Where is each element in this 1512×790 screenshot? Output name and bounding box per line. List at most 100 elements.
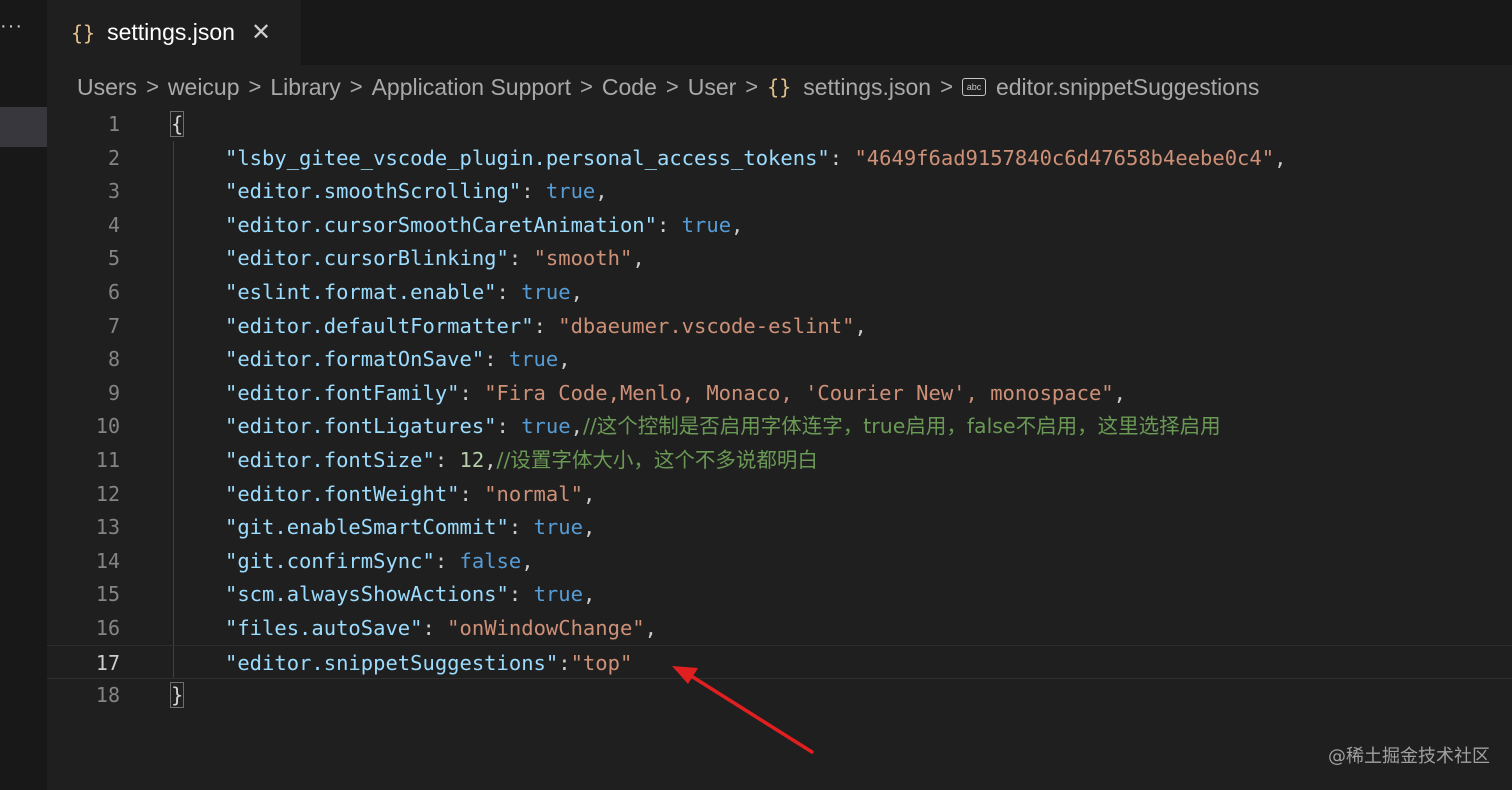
chevron-right-icon: > <box>745 74 759 99</box>
code-line[interactable]: 5 "editor.cursorBlinking": "smooth", <box>47 241 1512 275</box>
breadcrumb-item-weicup[interactable]: weicup <box>168 74 240 101</box>
activity-strip: ··· <box>0 0 47 790</box>
code-line[interactable]: 11 "editor.fontSize": 12,//设置字体大小，这个不多说都明… <box>47 443 1512 477</box>
code-line[interactable]: 4 "editor.cursorSmoothCaretAnimation": tr… <box>47 208 1512 242</box>
code-token: "editor.defaultFormatter" <box>225 313 534 338</box>
code-token: "git.enableSmartCommit" <box>225 515 509 540</box>
code-token: : <box>508 582 534 607</box>
code-token: "editor.fontWeight" <box>225 481 460 506</box>
close-icon[interactable]: ✕ <box>251 18 271 47</box>
code-line[interactable]: 8 "editor.formatOnSave": true, <box>47 342 1512 376</box>
code-line[interactable]: 16 "files.autoSave": "onWindowChange", <box>47 611 1512 645</box>
code-token: : <box>521 179 546 204</box>
line-number: 17 <box>95 650 120 675</box>
code-token: : <box>484 347 509 372</box>
code-token: "onWindowChange" <box>447 616 645 640</box>
code-token: "git.confirmSync" <box>225 548 435 573</box>
code-token: , <box>731 212 744 237</box>
line-number: 7 <box>107 313 120 338</box>
code-line[interactable]: 13 "git.enableSmartCommit": true, <box>47 510 1512 544</box>
line-number: 4 <box>107 212 120 237</box>
breadcrumb-item-application-support[interactable]: Application Support <box>372 74 571 101</box>
code-token: : <box>533 313 559 338</box>
line-number: 1 <box>107 112 120 136</box>
code-token: true <box>533 582 583 607</box>
code-token: "normal" <box>484 481 583 506</box>
breadcrumb-item-library[interactable]: Library <box>270 74 340 101</box>
code-token: , <box>582 481 596 506</box>
code-token: , <box>570 280 583 304</box>
code-text: "git.confirmSync": false, <box>225 544 534 578</box>
code-line[interactable]: 14 "git.confirmSync": false, <box>47 544 1512 578</box>
chevron-right-icon: > <box>248 74 262 99</box>
chevron-right-icon: > <box>665 74 679 99</box>
code-token: "editor.fontSize" <box>225 448 435 472</box>
code-text: "eslint.format.enable": true, <box>225 275 583 309</box>
code-token: true <box>521 280 571 304</box>
code-token: : <box>558 650 571 675</box>
explorer-selected-item[interactable] <box>0 107 47 147</box>
chevron-right-icon: > <box>349 74 363 99</box>
code-text: "editor.defaultFormatter": "dbaeumer.vsc… <box>225 309 867 343</box>
code-token: "dbaeumer.vscode-eslint" <box>558 313 855 338</box>
code-token: "eslint.format.enable" <box>225 280 497 304</box>
line-number: 15 <box>95 582 120 607</box>
code-token: : <box>496 414 522 439</box>
line-number: 13 <box>95 515 120 540</box>
code-token: "editor.snippetSuggestions" <box>225 650 559 675</box>
line-number: 6 <box>107 280 120 304</box>
line-number: 8 <box>107 347 120 372</box>
breadcrumb-item-code[interactable]: Code <box>602 74 657 101</box>
code-line[interactable]: 15 "scm.alwaysShowActions": true, <box>47 577 1512 611</box>
code-text: "editor.fontSize": 12,//设置字体大小，这个不多说都明白 <box>225 443 818 477</box>
code-line[interactable]: 7 "editor.defaultFormatter": "dbaeumer.vs… <box>47 309 1512 343</box>
line-number: 3 <box>107 179 120 204</box>
line-number: 14 <box>95 548 120 573</box>
code-token: , <box>570 414 583 439</box>
code-line[interactable]: 3 "editor.smoothScrolling": true, <box>47 174 1512 208</box>
tab-settings-json[interactable]: {} settings.json ✕ <box>47 0 301 65</box>
code-line[interactable]: 9 "editor.fontFamily": "Fira Code,Menlo, … <box>47 376 1512 410</box>
code-text: "editor.snippetSuggestions":"top" <box>225 646 632 680</box>
code-token: //设置字体大小，这个不多说都明白 <box>496 448 818 472</box>
breadcrumb-item-symbol[interactable]: editor.snippetSuggestions <box>996 74 1259 101</box>
code-text: "editor.cursorBlinking": "smooth", <box>225 241 645 275</box>
code-token: "scm.alwaysShowActions" <box>225 582 509 607</box>
string-symbol-icon: abc <box>961 78 986 96</box>
code-text: "files.autoSave": "onWindowChange", <box>225 611 657 645</box>
tab-label: settings.json <box>107 19 235 45</box>
code-token: "4649f6ad9157840c6d47658b4eebe0c4" <box>854 145 1275 170</box>
code-token: : <box>829 145 855 170</box>
breadcrumb-item-user[interactable]: User <box>688 74 737 101</box>
breadcrumb-item-file[interactable]: settings.json <box>803 74 931 101</box>
code-token: "editor.fontLigatures" <box>225 414 497 439</box>
code-token: : <box>508 246 534 271</box>
code-token: , <box>582 515 596 540</box>
code-token: : <box>434 548 460 573</box>
code-token: : <box>459 380 485 405</box>
code-line[interactable]: 12 "editor.fontWeight": "normal", <box>47 477 1512 511</box>
code-token: { <box>169 111 185 137</box>
code-token: false <box>459 548 522 573</box>
code-text: "editor.fontWeight": "normal", <box>225 477 595 511</box>
code-token: "top" <box>570 650 633 675</box>
code-token: "editor.cursorBlinking" <box>225 246 509 271</box>
code-line[interactable]: 2 "lsby_gitee_vscode_plugin.personal_acce… <box>47 141 1512 175</box>
code-token: "editor.cursorSmoothCaretAnimation" <box>225 212 657 237</box>
line-number: 18 <box>95 683 120 708</box>
code-line[interactable]: 1{ <box>47 107 1512 141</box>
json-file-icon: {} <box>71 20 96 45</box>
code-line[interactable]: 18} <box>47 678 1512 712</box>
watermark: @稀土掘金技术社区 <box>1328 746 1490 767</box>
code-text: "editor.fontFamily": "Fira Code,Menlo, M… <box>225 376 1126 410</box>
breadcrumb-item-users[interactable]: Users <box>77 74 137 101</box>
code-token: 12 <box>459 448 485 472</box>
code-token: , <box>632 246 645 271</box>
code-token: , <box>644 616 657 640</box>
more-actions-icon[interactable]: ··· <box>0 16 23 36</box>
code-line[interactable]: 6 "eslint.format.enable": true, <box>47 275 1512 309</box>
code-line[interactable]: 17 "editor.snippetSuggestions":"top" <box>47 644 1512 680</box>
code-line[interactable]: 10 "editor.fontLigatures": true,//这个控制是否启… <box>47 409 1512 443</box>
code-text: "lsby_gitee_vscode_plugin.personal_acces… <box>225 141 1286 175</box>
code-editor[interactable]: 1{2 "lsby_gitee_vscode_plugin.personal_ac… <box>47 107 1512 790</box>
